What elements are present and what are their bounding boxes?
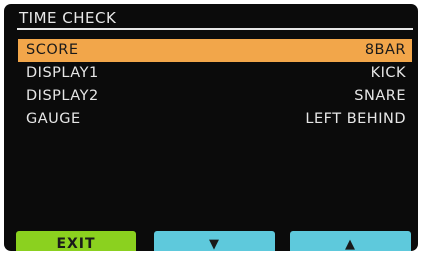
menu-row-label: DISPLAY2 <box>26 88 99 104</box>
menu-row-display1[interactable]: DISPLAY1 KICK <box>18 62 412 85</box>
exit-button[interactable]: EXIT <box>16 231 136 251</box>
triangle-up-icon: ▲ <box>345 236 356 252</box>
menu-row-label: GAUGE <box>26 111 81 127</box>
menu-row-value: LEFT BEHIND <box>305 111 406 127</box>
cursor-up-button[interactable]: ▲ <box>290 231 411 251</box>
menu-row-label: DISPLAY1 <box>26 65 99 81</box>
title-divider <box>17 28 413 30</box>
menu-row-value: 8BAR <box>364 42 406 58</box>
menu-row-label: SCORE <box>26 42 79 58</box>
screen-title: TIME CHECK <box>19 9 117 27</box>
menu-row-gauge[interactable]: GAUGE LEFT BEHIND <box>18 108 412 131</box>
parameter-list: SCORE 8BAR DISPLAY1 KICK DISPLAY2 SNARE … <box>18 39 412 131</box>
cursor-down-button[interactable]: ▼ <box>154 231 275 251</box>
menu-row-score[interactable]: SCORE 8BAR <box>18 39 412 62</box>
menu-row-value: SNARE <box>354 88 406 104</box>
menu-row-display2[interactable]: DISPLAY2 SNARE <box>18 85 412 108</box>
softkey-bar: EXIT ▼ ▲ <box>4 231 418 251</box>
lcd-screen: TIME CHECK SCORE 8BAR DISPLAY1 KICK DISP… <box>4 4 418 251</box>
triangle-down-icon: ▼ <box>209 236 220 252</box>
exit-button-label: EXIT <box>56 236 96 251</box>
menu-row-value: KICK <box>370 65 406 81</box>
